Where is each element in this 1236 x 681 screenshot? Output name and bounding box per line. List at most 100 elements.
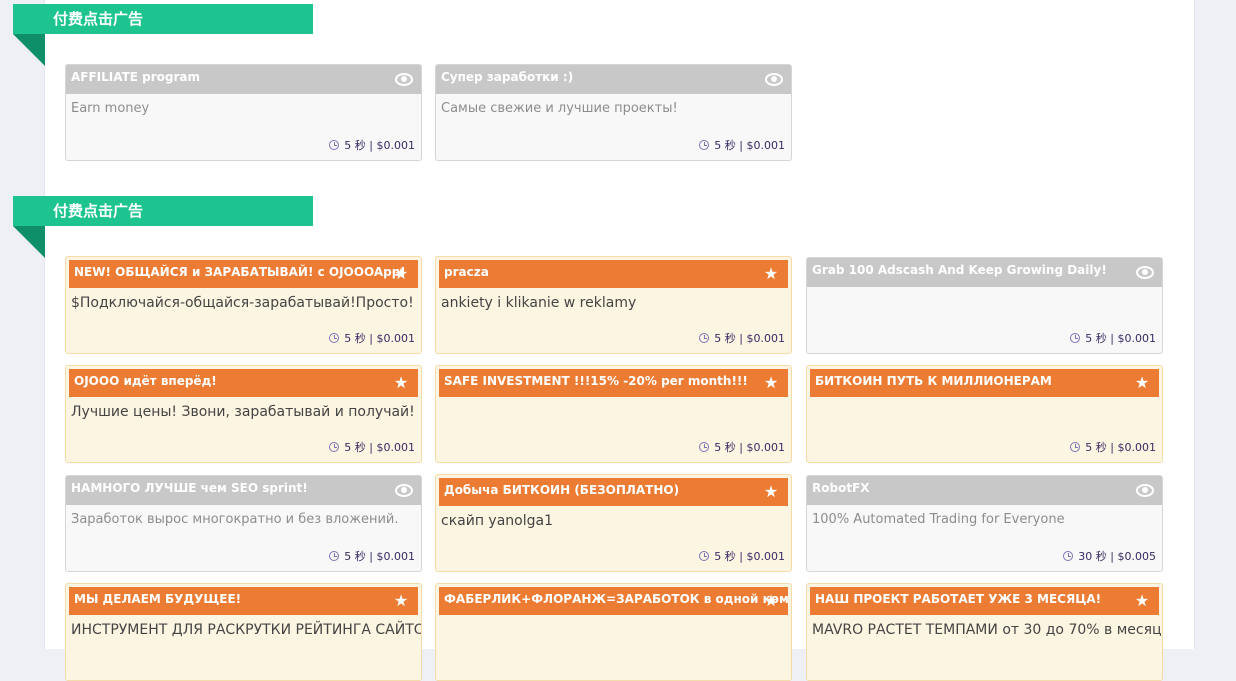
ad-card[interactable]: AFFILIATE program Earn money 5 秒 | $0.001 (65, 64, 422, 161)
ad-meta: 5 秒 | $0.001 (699, 439, 785, 455)
ad-card[interactable]: НАМНОГО ЛУЧШЕ чем SEO sprint! Заработок в… (65, 475, 422, 572)
ad-duration: 5 秒 (1085, 332, 1107, 345)
ad-card[interactable]: pracza ★ ankiety i klikanie w reklamy 5 秒 |… (435, 256, 792, 354)
ad-title-text: OJOOO идёт вперёд! (74, 374, 217, 388)
meta-separator: | (735, 139, 747, 152)
ad-card-title[interactable]: pracza ★ (439, 260, 788, 288)
ad-meta: 5 秒 | $0.001 (1070, 330, 1156, 346)
meta-separator: | (735, 550, 747, 563)
ad-card[interactable]: NEW! ОБЩАЙСЯ и ЗАРАБАТЫВАЙ! с OJOOOApp! ★… (65, 256, 422, 354)
ad-title-text: SAFE INVESTMENT !!!15% -20% per month!!! (444, 374, 748, 388)
meta-separator: | (365, 139, 377, 152)
ad-card-title[interactable]: ФАБЕРЛИК+ФЛОРАНЖ=ЗАРАБОТОК в одной комп.… (439, 587, 788, 615)
ad-meta: 5 秒 | $0.001 (699, 137, 785, 153)
meta-separator: | (365, 550, 377, 563)
ad-duration: 5 秒 (344, 139, 366, 152)
clock-icon (699, 551, 710, 561)
ad-duration: 5 秒 (714, 332, 736, 345)
ad-description (436, 615, 791, 622)
clock-icon (329, 442, 340, 452)
ad-description: Лучшие цены! Звони, зарабатывай и получа… (71, 404, 415, 420)
section-title: 付费点击广告 (13, 4, 313, 34)
ad-title-text: AFFILIATE program (71, 70, 201, 84)
clock-icon (1063, 551, 1074, 561)
ad-price: $0.001 (1117, 332, 1157, 345)
ad-title-text: NEW! ОБЩАЙСЯ и ЗАРАБАТЫВАЙ! с OJOOOApp! (74, 265, 406, 279)
ad-title-text: Grab 100 Adscash And Keep Growing Daily! (812, 263, 1107, 277)
ad-card-title[interactable]: Grab 100 Adscash And Keep Growing Daily! (807, 258, 1162, 287)
ad-card-title[interactable]: БИТКОИН ПУТЬ К МИЛЛИОНЕРАМ ★ (810, 369, 1159, 397)
ad-title-text: Добыча БИТКОИН (БЕЗОПЛАТНО) (444, 483, 680, 497)
ad-card[interactable]: SAFE INVESTMENT !!!15% -20% per month!!!… (435, 365, 792, 463)
ad-duration: 5 秒 (1085, 441, 1107, 454)
ad-price: $0.001 (746, 441, 786, 454)
ad-card-title[interactable]: НАШ ПРОЕКТ РАБОТАЕТ УЖЕ 3 МЕСЯЦА! ★ (810, 587, 1159, 615)
eye-icon (1136, 484, 1154, 497)
ad-description: ИНСТРУМЕНТ ДЛЯ РАСКРУТКИ РЕЙТИНГА САЙТОВ (71, 622, 421, 638)
ad-duration: 5 秒 (344, 550, 366, 563)
ad-title-text: НАШ ПРОЕКТ РАБОТАЕТ УЖЕ 3 МЕСЯЦА! (815, 592, 1102, 606)
star-icon: ★ (763, 591, 779, 610)
ad-card[interactable]: БИТКОИН ПУТЬ К МИЛЛИОНЕРАМ ★ 5 秒 | $0.001 (806, 365, 1163, 463)
ad-card-title[interactable]: НАМНОГО ЛУЧШЕ чем SEO sprint! (66, 476, 421, 505)
meta-separator: | (1106, 332, 1118, 345)
ad-card-title[interactable]: NEW! ОБЩАЙСЯ и ЗАРАБАТЫВАЙ! с OJOOOApp! ★ (69, 260, 418, 288)
ad-description: $Подключайся-общайся-зарабатывай!Просто! (71, 295, 414, 311)
ribbon-fold (13, 226, 45, 258)
star-icon: ★ (1134, 373, 1150, 392)
ad-duration: 5 秒 (714, 441, 736, 454)
ad-card-title[interactable]: МЫ ДЕЛАЕМ БУДУЩЕЕ! ★ (69, 587, 418, 615)
star-icon: ★ (763, 264, 779, 283)
ad-card[interactable]: Добыча БИТКОИН (БЕЗОПЛАТНО) ★ скайп yanolg… (435, 474, 792, 572)
ad-card[interactable]: Супер заработки :) Самые свежие и лучшие … (435, 64, 792, 161)
ad-price: $0.001 (1117, 441, 1157, 454)
ad-price: $0.001 (746, 139, 786, 152)
section-title: 付费点击广告 (13, 196, 313, 226)
ad-description (807, 287, 1162, 294)
ad-card[interactable]: Grab 100 Adscash And Keep Growing Daily!… (806, 257, 1163, 354)
ad-card[interactable]: МЫ ДЕЛАЕМ БУДУЩЕЕ! ★ ИНСТРУМЕНТ ДЛЯ РАСКРУ… (65, 583, 422, 681)
ad-price: $0.001 (376, 550, 416, 563)
ad-card-title[interactable]: RobotFX (807, 476, 1162, 505)
eye-icon (395, 73, 413, 86)
meta-separator: | (1106, 441, 1118, 454)
ad-price: $0.001 (376, 441, 416, 454)
star-icon: ★ (393, 591, 409, 610)
ad-title-text: RobotFX (812, 481, 870, 495)
ad-card[interactable]: RobotFX 100% Automated Trading for Everyo… (806, 475, 1163, 572)
clock-icon (329, 551, 340, 561)
ad-title-text: ФАБЕРЛИК+ФЛОРАНЖ=ЗАРАБОТОК в одной комп. (444, 592, 788, 606)
ad-card-title[interactable]: OJOOO идёт вперёд! ★ (69, 369, 418, 397)
ad-description: скайп yanolga1 (441, 513, 553, 529)
star-icon: ★ (763, 482, 779, 501)
clock-icon (1070, 333, 1081, 343)
clock-icon (699, 140, 710, 150)
ad-card[interactable]: ФАБЕРЛИК+ФЛОРАНЖ=ЗАРАБОТОК в одной комп.… (435, 583, 792, 681)
star-icon: ★ (393, 373, 409, 392)
ad-description (807, 397, 1162, 404)
ad-title-text: БИТКОИН ПУТЬ К МИЛЛИОНЕРАМ (815, 374, 1052, 388)
ad-duration: 5 秒 (344, 441, 366, 454)
ad-meta: 30 秒 | $0.005 (1063, 548, 1156, 564)
clock-icon (329, 140, 340, 150)
ad-card[interactable]: НАШ ПРОЕКТ РАБОТАЕТ УЖЕ 3 МЕСЯЦА! ★ MAVRO … (806, 583, 1163, 681)
meta-separator: | (735, 332, 747, 345)
ad-card-title[interactable]: AFFILIATE program (66, 65, 421, 94)
ad-title-text: pracza (444, 265, 489, 279)
ad-card-title[interactable]: SAFE INVESTMENT !!!15% -20% per month!!!… (439, 369, 788, 397)
ad-card-title[interactable]: Добыча БИТКОИН (БЕЗОПЛАТНО) ★ (439, 478, 788, 506)
clock-icon (1070, 442, 1081, 452)
ad-price: $0.001 (746, 550, 786, 563)
ad-meta: 5 秒 | $0.001 (329, 548, 415, 564)
ad-meta: 5 秒 | $0.001 (699, 548, 785, 564)
ad-description: Earn money (71, 101, 150, 116)
ad-duration: 30 秒 (1078, 550, 1107, 563)
eye-icon (395, 484, 413, 497)
ad-duration: 5 秒 (344, 332, 366, 345)
ad-card[interactable]: OJOOO идёт вперёд! ★ Лучшие цены! Звони, з… (65, 365, 422, 463)
ad-description: Заработок вырос многократно и без вложен… (71, 512, 399, 527)
ad-card-title[interactable]: Супер заработки :) (436, 65, 791, 94)
ad-title-text: НАМНОГО ЛУЧШЕ чем SEO sprint! (71, 481, 308, 495)
ad-price: $0.001 (376, 332, 416, 345)
ad-meta: 5 秒 | $0.001 (329, 330, 415, 346)
